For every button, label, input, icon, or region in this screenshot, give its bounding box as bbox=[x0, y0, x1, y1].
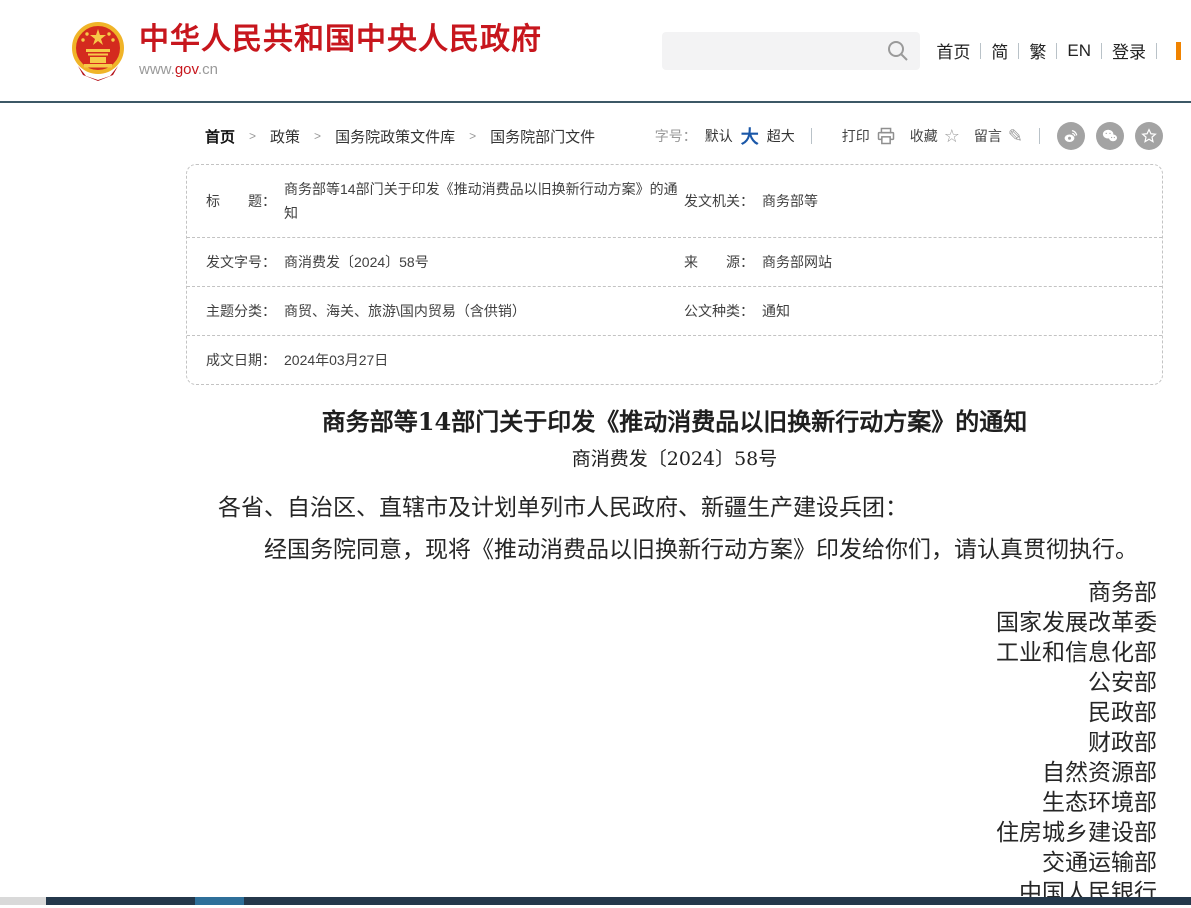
meta-issuer-value: 商务部等 bbox=[762, 189, 818, 213]
toolbar-utilities: 字号： 默认 大 超大 打印 收藏 ☆ 留言 ✎ bbox=[655, 122, 1163, 150]
meta-type-value: 通知 bbox=[762, 299, 790, 323]
meta-date-value: 2024年03月27日 bbox=[284, 348, 388, 372]
document-title: 商务部等14部门关于印发《推动消费品以旧换新行动方案》的通知 bbox=[186, 407, 1163, 437]
meta-number-label: 发文字号： bbox=[206, 252, 276, 272]
site-url: www.gov.cn bbox=[139, 61, 542, 78]
favorite-label: 收藏 bbox=[910, 126, 938, 146]
search-input[interactable] bbox=[662, 32, 920, 70]
printer-icon bbox=[876, 126, 896, 146]
breadcrumb-separator: > bbox=[314, 129, 321, 143]
signatory: 国家发展改革委 bbox=[186, 608, 1157, 638]
top-navigation: 首页 简 繁 EN 登录 bbox=[936, 38, 1181, 63]
main-container: 首页 > 政策 > 国务院政策文件库 > 国务院部门文件 字号： 默认 大 超大… bbox=[186, 120, 1163, 908]
nav-english[interactable]: EN bbox=[1067, 41, 1091, 61]
document-number: 商消费发〔2024〕58号 bbox=[186, 444, 1163, 471]
qzone-share-icon[interactable] bbox=[1135, 122, 1163, 150]
meta-topic-value: 商贸、海关、旅游\国内贸易（含供销） bbox=[284, 299, 526, 323]
comment-button[interactable]: 留言 ✎ bbox=[974, 126, 1023, 146]
nav-simplified[interactable]: 简 bbox=[991, 38, 1008, 63]
bottom-bar-gray-segment bbox=[0, 897, 46, 905]
url-gov: gov bbox=[175, 61, 198, 78]
weibo-share-icon[interactable] bbox=[1057, 122, 1085, 150]
meta-number-value: 商消费发〔2024〕58号 bbox=[284, 250, 429, 274]
meta-type-label: 公文种类： bbox=[684, 301, 754, 321]
breadcrumb: 首页 > 政策 > 国务院政策文件库 > 国务院部门文件 bbox=[205, 126, 595, 147]
nav-divider bbox=[1018, 43, 1019, 59]
signatory-list: 商务部 国家发展改革委 工业和信息化部 公安部 民政部 财政部 自然资源部 生态… bbox=[186, 578, 1163, 908]
nav-divider bbox=[1156, 43, 1157, 59]
favorite-button[interactable]: 收藏 ☆ bbox=[910, 126, 960, 146]
document-meta-card: 标 题： 商务部等14部门关于印发《推动消费品以旧换新行动方案》的通知 发文机关… bbox=[186, 164, 1163, 385]
signatory: 公安部 bbox=[186, 668, 1157, 698]
national-emblem-logo bbox=[70, 20, 126, 82]
breadcrumb-separator: > bbox=[249, 129, 256, 143]
document-paragraph: 经国务院同意，现将《推动消费品以旧换新行动方案》印发给你们，请认真贯彻执行。 bbox=[218, 535, 1161, 566]
font-size-label: 字号： bbox=[655, 126, 697, 146]
search-box bbox=[662, 32, 920, 70]
star-icon: ☆ bbox=[944, 127, 960, 145]
breadcrumb-home[interactable]: 首页 bbox=[205, 126, 235, 147]
meta-row: 发文字号： 商消费发〔2024〕58号 来 源： 商务部网站 bbox=[187, 238, 1162, 287]
meta-source-value: 商务部网站 bbox=[762, 250, 832, 274]
signatory: 住房城乡建设部 bbox=[186, 818, 1157, 848]
toolbar-divider bbox=[1039, 128, 1040, 144]
meta-title-cell: 标 题： 商务部等14部门关于印发《推动消费品以旧换新行动方案》的通知 bbox=[187, 177, 684, 225]
font-size-large[interactable]: 大 bbox=[741, 123, 759, 149]
meta-issuer-label: 发文机关： bbox=[684, 191, 754, 211]
document-body: 各省、自治区、直辖市及计划单列市人民政府、新疆生产建设兵团： 经国务院同意，现将… bbox=[186, 493, 1163, 566]
pencil-icon: ✎ bbox=[1008, 127, 1023, 145]
toolbar-divider bbox=[811, 128, 812, 144]
mail-link-partial[interactable] bbox=[1176, 42, 1181, 60]
breadcrumb-policy-library[interactable]: 国务院政策文件库 bbox=[335, 126, 455, 147]
nav-divider bbox=[1101, 43, 1102, 59]
site-title: 中华人民共和国中央人民政府 bbox=[139, 23, 542, 57]
breadcrumb-policy[interactable]: 政策 bbox=[270, 126, 300, 147]
meta-issuer-cell: 发文机关： 商务部等 bbox=[684, 189, 1162, 213]
document-salutation: 各省、自治区、直辖市及计划单列市人民政府、新疆生产建设兵团： bbox=[218, 493, 1161, 524]
bottom-bar-light-segment[interactable] bbox=[195, 897, 244, 905]
signatory: 自然资源部 bbox=[186, 758, 1157, 788]
print-button[interactable]: 打印 bbox=[842, 126, 896, 146]
font-size-xlarge[interactable]: 超大 bbox=[767, 126, 795, 146]
signatory: 工业和信息化部 bbox=[186, 638, 1157, 668]
nav-home[interactable]: 首页 bbox=[936, 38, 970, 63]
meta-date-label: 成文日期： bbox=[206, 350, 276, 370]
search-icon[interactable] bbox=[886, 39, 910, 63]
wechat-share-icon[interactable] bbox=[1096, 122, 1124, 150]
meta-date-cell: 成文日期： 2024年03月27日 bbox=[187, 348, 684, 372]
breadcrumb-separator: > bbox=[469, 129, 476, 143]
meta-title-label: 标 题： bbox=[206, 191, 276, 211]
signatory: 民政部 bbox=[186, 698, 1157, 728]
nav-login[interactable]: 登录 bbox=[1112, 38, 1146, 63]
meta-row: 主题分类： 商贸、海关、旅游\国内贸易（含供销） 公文种类： 通知 bbox=[187, 287, 1162, 336]
meta-row: 标 题： 商务部等14部门关于印发《推动消费品以旧换新行动方案》的通知 发文机关… bbox=[187, 165, 1162, 238]
page-toolbar: 首页 > 政策 > 国务院政策文件库 > 国务院部门文件 字号： 默认 大 超大… bbox=[186, 120, 1163, 152]
signatory: 商务部 bbox=[186, 578, 1157, 608]
nav-divider bbox=[980, 43, 981, 59]
nav-divider bbox=[1056, 43, 1057, 59]
comment-label: 留言 bbox=[974, 126, 1002, 146]
meta-topic-cell: 主题分类： 商贸、海关、旅游\国内贸易（含供销） bbox=[187, 299, 684, 323]
meta-topic-label: 主题分类： bbox=[206, 301, 276, 321]
meta-row: 成文日期： 2024年03月27日 bbox=[187, 336, 1162, 384]
signatory: 财政部 bbox=[186, 728, 1157, 758]
site-identity: 中华人民共和国中央人民政府 www.gov.cn bbox=[139, 23, 542, 78]
signatory: 交通运输部 bbox=[186, 848, 1157, 878]
meta-type-cell: 公文种类： 通知 bbox=[684, 299, 1162, 323]
url-www: www. bbox=[139, 61, 175, 78]
font-size-default[interactable]: 默认 bbox=[705, 126, 733, 146]
url-cn: .cn bbox=[198, 61, 218, 78]
meta-source-cell: 来 源： 商务部网站 bbox=[684, 250, 1162, 274]
meta-number-cell: 发文字号： 商消费发〔2024〕58号 bbox=[187, 250, 684, 274]
signatory: 生态环境部 bbox=[186, 788, 1157, 818]
meta-title-value: 商务部等14部门关于印发《推动消费品以旧换新行动方案》的通知 bbox=[284, 177, 684, 225]
document-content: 商务部等14部门关于印发《推动消费品以旧换新行动方案》的通知 商消费发〔2024… bbox=[186, 407, 1163, 908]
print-label: 打印 bbox=[842, 126, 870, 146]
site-header: 中华人民共和国中央人民政府 www.gov.cn 首页 简 繁 EN 登录 bbox=[0, 0, 1191, 103]
breadcrumb-department-docs[interactable]: 国务院部门文件 bbox=[490, 126, 595, 147]
meta-source-label: 来 源： bbox=[684, 252, 754, 272]
nav-traditional[interactable]: 繁 bbox=[1029, 38, 1046, 63]
